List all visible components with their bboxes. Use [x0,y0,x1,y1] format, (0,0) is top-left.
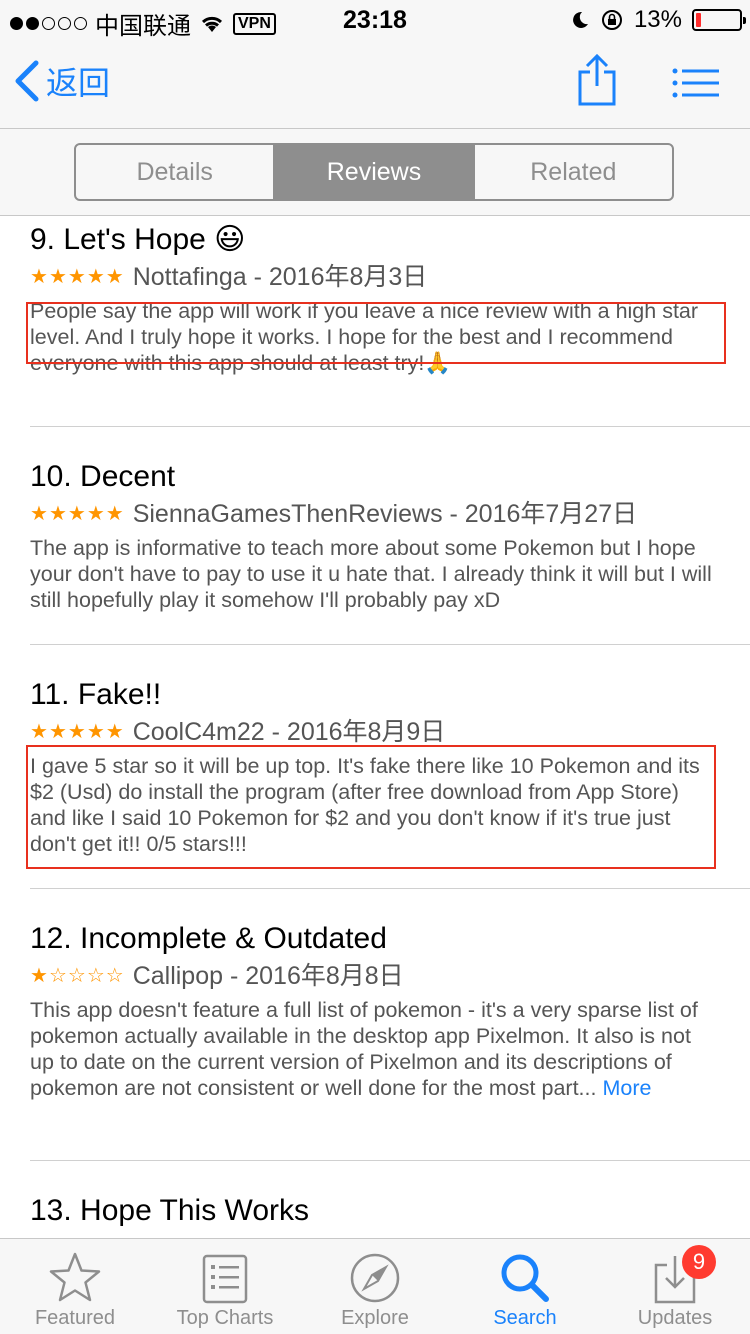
review-item: 11. Fake!! ★ ★ ★ ★ ★ CoolC4m22 - 2016年8月9日 I… [0,645,750,888]
updates-badge: 9 [682,1245,716,1279]
review-body: This app doesn't feature a full list of … [30,997,720,1101]
star-filled-icon: ★ [86,721,106,743]
star-filled-icon: ★ [30,266,49,288]
review-title: 10. Decent [30,460,176,493]
star-icon [49,1252,101,1302]
review-title: 11. Fake!! [30,678,162,711]
star-filled-icon: ★ [48,503,68,525]
tab-label: Explore [341,1307,409,1329]
tab-explore[interactable]: Explore [300,1239,450,1334]
star-filled-icon: ★ [30,965,49,987]
star-rating: ★ ★ ★ ★ ★ [30,260,125,294]
share-button[interactable] [576,52,618,113]
tab-label: Updates [637,1307,713,1329]
review-body: The app is informative to teach more abo… [30,536,712,612]
highlight-box [26,302,726,364]
star-filled-icon: ★ [86,503,106,525]
star-filled-icon: ★ [67,266,87,288]
star-empty-icon: ☆ [86,965,106,987]
star-empty-icon: ☆ [67,965,87,987]
star-filled-icon: ★ [67,503,87,525]
tab-details[interactable]: Details [76,145,273,199]
tab-label: Featured [34,1307,116,1329]
tab-top-charts[interactable]: Top Charts [150,1239,300,1334]
review-author-date: Nottafinga - 2016年8月3日 [132,263,428,291]
rotation-lock-icon [601,10,622,30]
list-icon [202,1254,248,1304]
tab-label: Search [493,1307,557,1329]
review-title: 12. Incomplete & Outdated [30,922,387,955]
star-rating: ★ ★ ★ ★ ★ [30,497,125,531]
review-author-date: SiennaGamesThenReviews - 2016年7月27日 [132,500,638,528]
star-empty-icon: ☆ [105,965,125,987]
battery-icon [692,9,746,31]
review-item: 13. Hope This Works [0,1161,750,1231]
list-icon [672,68,719,98]
share-icon [578,53,616,106]
compass-icon [350,1253,400,1303]
navigation-bar: 返回 [0,40,750,128]
review-item: 9. Let's Hope 😃 ★ ★ ★ ★ ★ Nottafinga - 2016年… [0,216,750,426]
review-item: 12. Incomplete & Outdated ★ ☆ ☆ ☆ ☆ Callipop… [0,889,750,1160]
tab-bar: Featured Top Charts Explore Search Updat… [0,1238,750,1334]
tab-updates[interactable]: Updates 9 [600,1239,750,1334]
tab-label: Top Charts [176,1307,274,1329]
star-rating: ★ ☆ ☆ ☆ ☆ [30,959,125,993]
reviews-list[interactable]: 9. Let's Hope 😃 ★ ★ ★ ★ ★ Nottafinga - 2016年… [0,216,750,1238]
back-label: 返回 [46,65,111,101]
star-filled-icon: ★ [105,721,125,743]
review-title: 13. Hope This Works [30,1194,310,1227]
star-rating: ★ ★ ★ ★ ★ [30,715,125,749]
moon-icon [573,11,588,28]
battery-percent: 13% [633,6,682,33]
search-icon [501,1254,549,1302]
highlight-box [26,745,716,869]
tab-reviews[interactable]: Reviews [273,145,473,199]
back-button[interactable]: 返回 [14,58,110,104]
tab-search[interactable]: Search [450,1239,600,1334]
star-filled-icon: ★ [48,266,68,288]
status-bar: 中国联通 VPN 23:18 13% [0,0,750,40]
tab-related[interactable]: Related [472,145,672,199]
review-body-text: This app doesn't feature a full list of … [30,998,698,1100]
more-link[interactable]: More [602,1076,651,1100]
star-empty-icon: ☆ [48,965,68,987]
review-author-date: CoolC4m22 - 2016年8月9日 [132,718,446,746]
review-item: 10. Decent ★ ★ ★ ★ ★ SiennaGamesThenReviews … [0,427,750,644]
star-filled-icon: ★ [67,721,87,743]
star-filled-icon: ★ [48,721,68,743]
star-filled-icon: ★ [105,503,125,525]
star-filled-icon: ★ [86,266,106,288]
star-filled-icon: ★ [105,266,125,288]
tab-featured[interactable]: Featured [0,1239,150,1334]
segmented-control: Details Reviews Related [74,143,674,201]
chevron-left-icon [15,60,39,102]
list-menu-button[interactable] [672,68,720,103]
star-filled-icon: ★ [30,721,49,743]
star-filled-icon: ★ [30,503,49,525]
review-title: 9. Let's Hope 😃 [30,223,246,256]
review-author-date: Callipop - 2016年8月8日 [132,962,404,990]
segment-bar: Details Reviews Related [0,128,750,216]
